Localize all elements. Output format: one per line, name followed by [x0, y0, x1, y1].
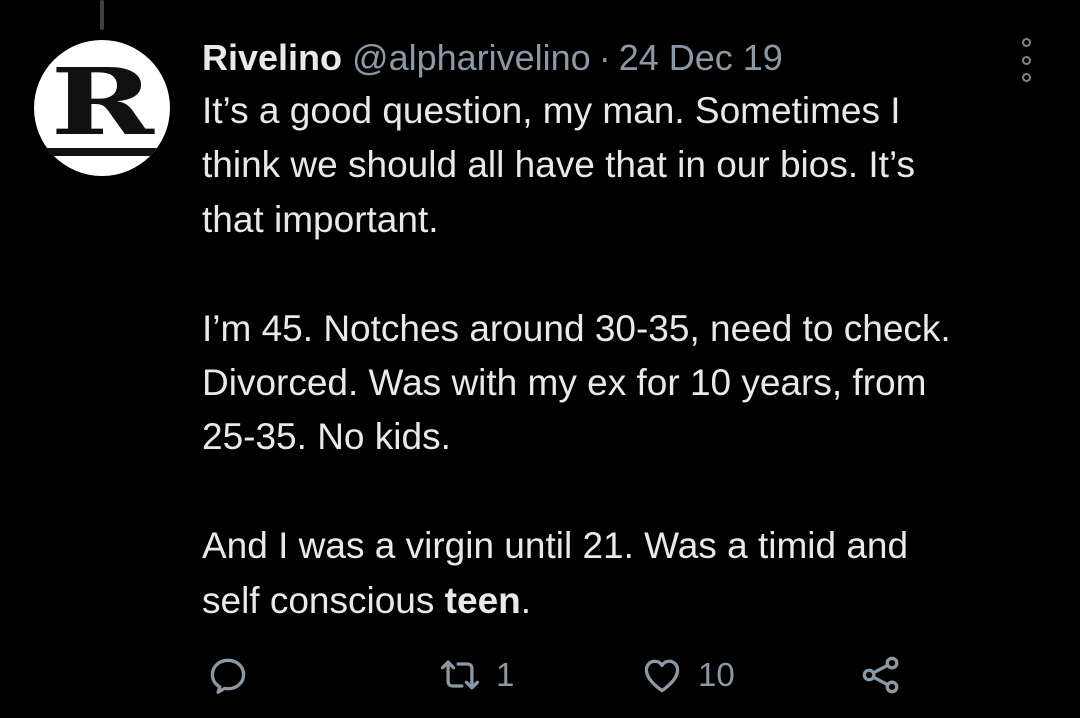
tweet-bold-word: teen [444, 579, 521, 621]
reply-icon [210, 658, 246, 694]
tweet-actions-bar: 1 10 [0, 650, 1080, 700]
tweet-body: It’s a good question, my man. Sometimes … [202, 84, 1062, 628]
avatar[interactable]: R [34, 40, 170, 176]
like-count: 10 [698, 656, 735, 693]
tweet-header: Rivelino @alpharivelino · 24 Dec 19 [202, 36, 783, 80]
tweet-text-segment: And I was a virgin until 21. Was a timid… [202, 525, 909, 621]
author-name[interactable]: Rivelino [202, 37, 342, 79]
reply-button[interactable] [206, 650, 250, 700]
more-dot-icon [1021, 55, 1031, 65]
heart-icon [644, 659, 680, 693]
retweet-count: 1 [496, 656, 515, 693]
author-handle[interactable]: @alpharivelino [352, 37, 591, 79]
tweet-text-segment: . [520, 579, 532, 621]
tweet-paragraph-last: And I was a virgin until 21. Was a timid… [202, 519, 1062, 628]
tweet-paragraph: I’m 45. Notches around 30-35, need to ch… [202, 307, 951, 458]
retweet-icon [440, 660, 480, 690]
tweet-date[interactable]: 24 Dec 19 [619, 37, 783, 79]
share-icon [862, 656, 899, 694]
more-dot-icon [1021, 73, 1031, 82]
thread-connector-line [100, 0, 104, 30]
avatar-logo-letter: R [44, 56, 160, 156]
share-button[interactable] [858, 650, 904, 700]
tweet-paragraph: It’s a good question, my man. Sometimes … [202, 90, 916, 240]
more-dot-icon [1021, 38, 1031, 47]
header-separator: · [598, 37, 611, 78]
retweet-button[interactable]: 1 [438, 650, 514, 700]
like-button[interactable]: 10 [640, 650, 735, 700]
more-options-button[interactable] [1016, 38, 1036, 82]
